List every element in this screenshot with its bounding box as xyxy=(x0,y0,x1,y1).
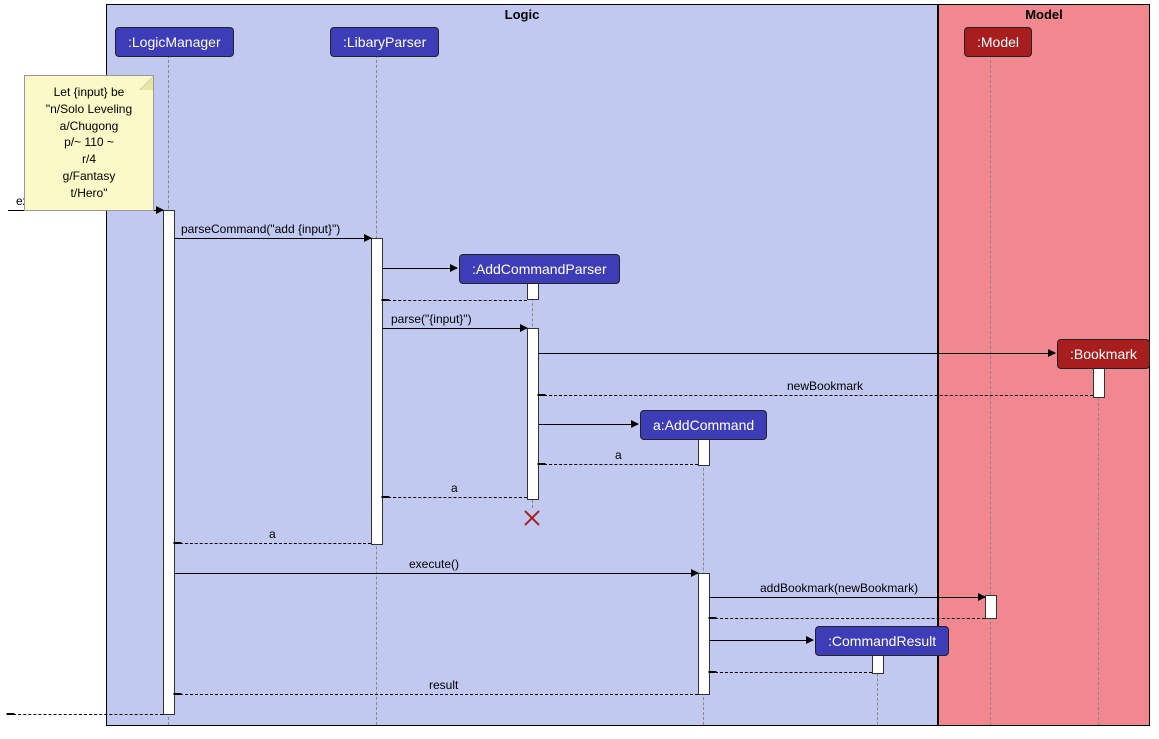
msg-return-model xyxy=(710,618,985,619)
sequence-diagram: Logic Model :LogicManager :LibaryParser … xyxy=(0,0,1159,739)
msg-create-addcommandparser xyxy=(383,268,457,269)
msg-return-a-1: a xyxy=(539,464,698,465)
msg-return-result: result xyxy=(175,694,698,695)
participant-addcommandparser: :AddCommandParser xyxy=(459,254,620,284)
participant-model: :Model xyxy=(964,27,1032,57)
activation-addcommand-1 xyxy=(698,438,710,466)
note-line: p/~ 110 ~ xyxy=(33,134,145,151)
note-input: Let {input} be "n/Solo Leveling a/Chugon… xyxy=(24,75,154,211)
msg-return-newbookmark: newBookmark xyxy=(539,395,1093,396)
activation-model xyxy=(985,595,997,619)
destroy-addcommandparser xyxy=(522,507,542,527)
msg-create-bookmark xyxy=(539,353,1055,354)
msg-return-commandresult xyxy=(710,672,872,673)
lifeline-bookmark xyxy=(1098,368,1099,725)
activation-bookmark xyxy=(1093,368,1105,398)
participant-commandresult: :CommandResult xyxy=(815,626,949,656)
activation-addcommandparser-1 xyxy=(527,283,539,300)
activation-logicmanager xyxy=(163,210,175,715)
activation-addcommandparser-2 xyxy=(527,328,539,500)
note-line: t/Hero" xyxy=(33,185,145,202)
msg-addbookmark: addBookmark(newBookmark) xyxy=(710,597,985,598)
msg-return-a-3: a xyxy=(175,543,371,544)
msg-return-final xyxy=(8,714,163,715)
participant-bookmark: :Bookmark xyxy=(1057,339,1150,369)
note-line: Let {input} be xyxy=(33,84,145,101)
msg-create-addcommand xyxy=(539,424,638,425)
region-model-label: Model xyxy=(1025,7,1063,22)
activation-commandresult xyxy=(872,654,884,674)
note-line: "n/Solo Leveling xyxy=(33,101,145,118)
msg-parsecommand: parseCommand("add {input}") xyxy=(175,238,371,239)
participant-addcommand: a:AddCommand xyxy=(640,410,767,440)
msg-parse-input: parse("{input}") xyxy=(383,328,527,329)
msg-return-a-2: a xyxy=(383,497,527,498)
note-line: g/Fantasy xyxy=(33,168,145,185)
region-logic-label: Logic xyxy=(505,7,540,22)
msg-return-addcommandparser-create xyxy=(383,300,527,301)
participant-libaryparser: :LibaryParser xyxy=(330,27,439,57)
participant-logicmanager: :LogicManager xyxy=(115,27,234,57)
msg-execute: execute() xyxy=(175,573,698,574)
msg-create-commandresult xyxy=(710,640,813,641)
lifeline-model xyxy=(990,55,991,725)
note-line: a/Chugong xyxy=(33,118,145,135)
note-line: r/4 xyxy=(33,151,145,168)
